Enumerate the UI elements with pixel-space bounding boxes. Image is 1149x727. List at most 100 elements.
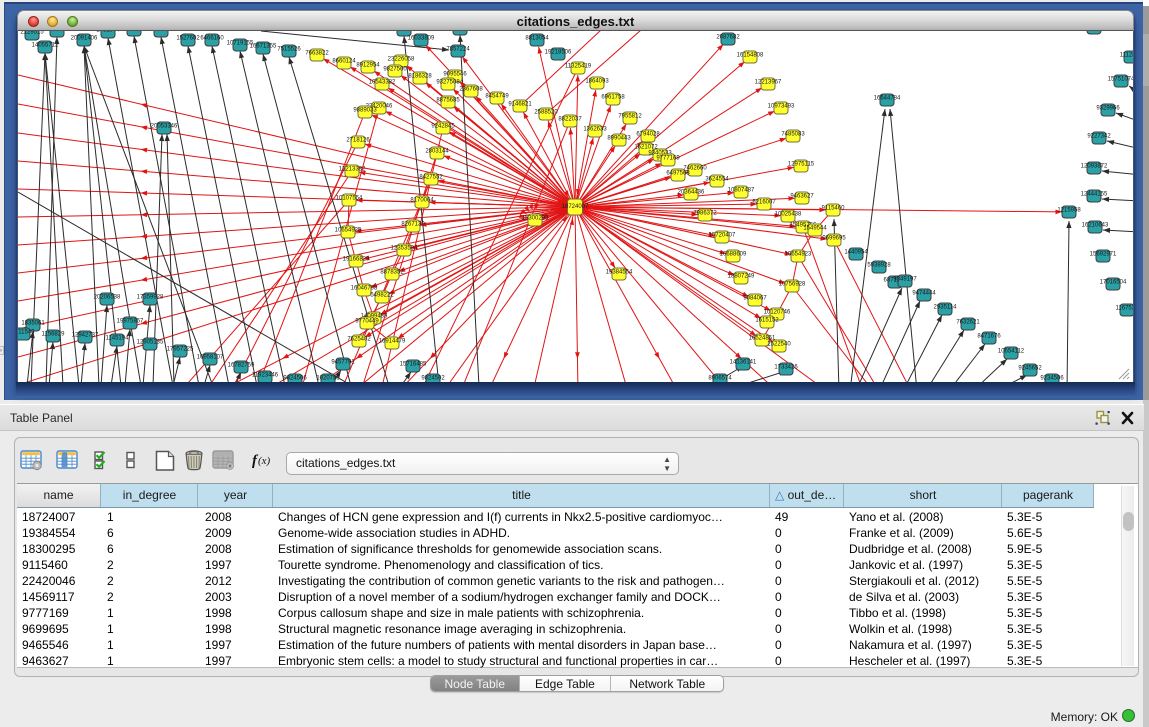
svg-text:9349197: 9349197 [893, 277, 917, 283]
svg-text:20206538: 20206538 [94, 295, 121, 301]
svg-text:9824506: 9824506 [283, 376, 307, 382]
svg-text:17016504: 17016504 [1100, 280, 1127, 286]
svg-text:9463627: 9463627 [790, 194, 814, 200]
svg-text:9242845: 9242845 [431, 124, 455, 130]
svg-text:2367608: 2367608 [459, 87, 483, 93]
svg-text:2129515: 2129515 [20, 31, 44, 36]
svg-text:17957225: 17957225 [167, 347, 194, 353]
svg-text:7955812: 7955812 [618, 114, 642, 120]
svg-text:7625402: 7625402 [347, 337, 371, 343]
svg-text:9327508: 9327508 [436, 80, 460, 86]
svg-text:1549544: 1549544 [803, 226, 827, 232]
svg-text:11325419: 11325419 [565, 64, 592, 70]
svg-text:7986372: 7986372 [693, 211, 717, 217]
svg-text:19384554: 19384554 [606, 270, 633, 276]
svg-text:1167534: 1167534 [1116, 306, 1134, 312]
svg-text:7857224: 7857224 [446, 47, 470, 53]
svg-text:1835061: 1835061 [21, 321, 45, 327]
svg-text:10654925: 10654925 [335, 228, 362, 234]
svg-text:1145194: 1145194 [106, 336, 130, 342]
svg-text:16154808: 16154808 [737, 53, 764, 59]
svg-text:1733426: 1733426 [774, 365, 798, 371]
svg-text:2588520: 2588520 [534, 110, 558, 116]
svg-text:1156829: 1156829 [42, 332, 66, 338]
svg-text:12093872: 12093872 [1081, 164, 1108, 170]
svg-text:9770449: 9770449 [355, 319, 379, 325]
svg-text:15720407: 15720407 [709, 233, 736, 239]
svg-text:10756928: 10756928 [779, 282, 806, 288]
svg-text:23226058: 23226058 [388, 57, 415, 63]
svg-text:8427552: 8427552 [419, 175, 443, 181]
svg-text:1020755: 1020755 [316, 376, 340, 382]
svg-text:20091406: 20091406 [71, 36, 98, 42]
svg-text:12353594: 12353594 [391, 246, 418, 252]
svg-text:12213967: 12213967 [755, 80, 782, 86]
svg-text:9227342: 9227342 [1087, 134, 1111, 140]
svg-text:1362633: 1362633 [583, 127, 607, 133]
svg-text:7515526: 7515526 [277, 47, 301, 53]
svg-text:8878352: 8878352 [380, 270, 404, 276]
svg-text:9889033: 9889033 [353, 108, 377, 114]
svg-text:9777169: 9777169 [656, 156, 680, 162]
svg-text:10807487: 10807487 [728, 188, 755, 194]
svg-text:6466160: 6466160 [200, 36, 224, 42]
svg-text:7663822: 7663822 [305, 51, 329, 57]
svg-text:10958107: 10958107 [197, 355, 224, 361]
svg-text:15751074: 15751074 [1108, 77, 1134, 83]
svg-text:12444155: 12444155 [1081, 192, 1108, 198]
svg-text:6216007: 6216007 [752, 200, 776, 206]
svg-text:1864093: 1864093 [585, 79, 609, 85]
svg-text:10688609: 10688609 [720, 252, 747, 258]
svg-text:20053346: 20053346 [151, 124, 178, 130]
svg-text:(x): (x) [258, 455, 271, 467]
svg-text:19975867: 19975867 [117, 319, 144, 325]
svg-text:8906574: 8906574 [708, 376, 732, 382]
svg-text:8186328: 8186328 [408, 74, 432, 80]
svg-text:7485083: 7485083 [781, 132, 805, 138]
svg-text:10543382: 10543382 [369, 80, 396, 86]
svg-text:8912954: 8912954 [356, 63, 380, 69]
svg-text:17359928: 17359928 [137, 295, 164, 301]
svg-text:8822037: 8822037 [558, 117, 582, 123]
svg-text:8267130: 8267130 [401, 222, 425, 228]
svg-text:1527602: 1527602 [176, 36, 200, 42]
svg-text:8471676: 8471676 [977, 334, 1001, 340]
svg-text:19166829: 19166829 [343, 257, 370, 263]
svg-text:8660124: 8660124 [332, 59, 356, 65]
svg-text:2522540: 2522540 [767, 342, 791, 348]
svg-text:14136141: 14136141 [730, 360, 757, 366]
svg-text:9690584: 9690584 [122, 31, 146, 32]
svg-text:6794028: 6794028 [636, 132, 660, 138]
svg-text:6961758: 6961758 [601, 95, 625, 101]
svg-text:8875685: 8875685 [436, 98, 460, 104]
svg-text:2935114: 2935114 [934, 305, 958, 311]
svg-text:5498222: 5498222 [370, 293, 394, 299]
svg-text:3624554: 3624554 [705, 177, 729, 183]
svg-text:5938928: 5938928 [867, 263, 891, 269]
svg-text:9095546: 9095546 [443, 72, 467, 78]
svg-text:10025438: 10025438 [775, 212, 802, 218]
svg-text:10120746: 10120746 [764, 310, 791, 316]
svg-text:11923446: 11923446 [252, 373, 279, 379]
svg-text:15300293: 15300293 [522, 216, 549, 222]
svg-text:8454749: 8454749 [485, 94, 509, 100]
svg-text:9827500: 9827500 [383, 67, 407, 73]
svg-text:9824502: 9824502 [421, 376, 445, 382]
svg-text:12975115: 12975115 [788, 162, 815, 168]
svg-text:10654112: 10654112 [998, 349, 1025, 355]
svg-text:6497568: 6497568 [666, 171, 690, 177]
svg-text:9234506: 9234506 [1040, 376, 1064, 382]
svg-text:3911540: 3911540 [18, 330, 35, 336]
svg-text:9329966: 9329966 [1096, 106, 1120, 112]
svg-text:19218506: 19218506 [545, 50, 572, 56]
svg-text:9699695: 9699695 [822, 236, 846, 242]
svg-text:9084067: 9084067 [743, 296, 767, 302]
svg-text:9457791: 9457791 [331, 360, 355, 366]
svg-text:8990443: 8990443 [607, 136, 631, 142]
svg-text:16210643: 16210643 [1082, 223, 1109, 229]
svg-text:12213382: 12213382 [339, 167, 366, 173]
svg-text:19654923: 19654923 [785, 252, 812, 258]
svg-text:1112803: 1112803 [1120, 53, 1134, 59]
svg-text:18724007: 18724007 [562, 204, 589, 210]
svg-text:1863504: 1863504 [392, 31, 416, 32]
